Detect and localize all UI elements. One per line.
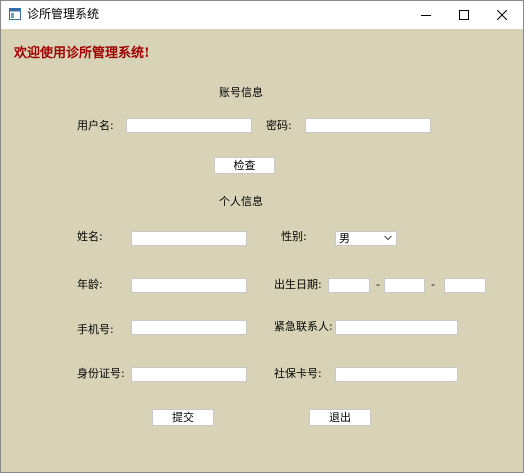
app-window: 诊所管理系统 欢迎使用诊所管理系统! 账号信息 用户名: 密码: 检查 个人信息… [0, 0, 524, 473]
check-button[interactable]: 检查 [214, 157, 275, 174]
age-input[interactable] [131, 278, 247, 293]
password-label: 密码: [266, 119, 292, 132]
id-number-label: 身份证号: [77, 367, 125, 380]
social-card-label: 社保卡号: [274, 367, 322, 380]
birth-year-input[interactable] [328, 278, 370, 293]
date-separator: - [431, 278, 435, 291]
emergency-contact-label: 紧急联系人: [274, 320, 333, 333]
account-section-title: 账号信息 [219, 86, 263, 99]
app-icon [9, 8, 21, 20]
maximize-button[interactable] [443, 1, 485, 29]
welcome-heading: 欢迎使用诊所管理系统! [14, 46, 150, 61]
close-icon [497, 10, 507, 20]
social-card-input[interactable] [335, 367, 458, 382]
password-input[interactable] [305, 118, 431, 133]
window-title: 诊所管理系统 [27, 7, 100, 21]
date-separator: - [376, 278, 380, 291]
minimize-icon [421, 15, 431, 16]
title-bar[interactable]: 诊所管理系统 [1, 1, 523, 29]
id-number-input[interactable] [131, 367, 247, 382]
username-input[interactable] [126, 118, 252, 133]
chevron-down-icon [384, 235, 392, 241]
gender-label: 性别: [281, 230, 307, 243]
maximize-icon [459, 10, 469, 20]
birth-day-input[interactable] [444, 278, 486, 293]
birth-month-input[interactable] [384, 278, 425, 293]
phone-label: 手机号: [77, 323, 114, 336]
phone-input[interactable] [131, 320, 247, 335]
personal-section-title: 个人信息 [219, 195, 263, 208]
username-label: 用户名: [77, 119, 114, 132]
birth-date-label: 出生日期: [274, 278, 322, 291]
form-area: 欢迎使用诊所管理系统! 账号信息 用户名: 密码: 检查 个人信息 姓名: 性别… [1, 29, 523, 472]
emergency-contact-input[interactable] [335, 320, 458, 335]
name-label: 姓名: [77, 230, 103, 243]
close-button[interactable] [481, 1, 523, 29]
gender-select[interactable]: 男 [335, 231, 397, 246]
minimize-button[interactable] [405, 1, 447, 29]
submit-button[interactable]: 提交 [152, 409, 214, 426]
gender-selected-value: 男 [339, 232, 350, 245]
age-label: 年龄: [77, 278, 103, 291]
name-input[interactable] [131, 231, 247, 246]
exit-button[interactable]: 退出 [309, 409, 371, 426]
